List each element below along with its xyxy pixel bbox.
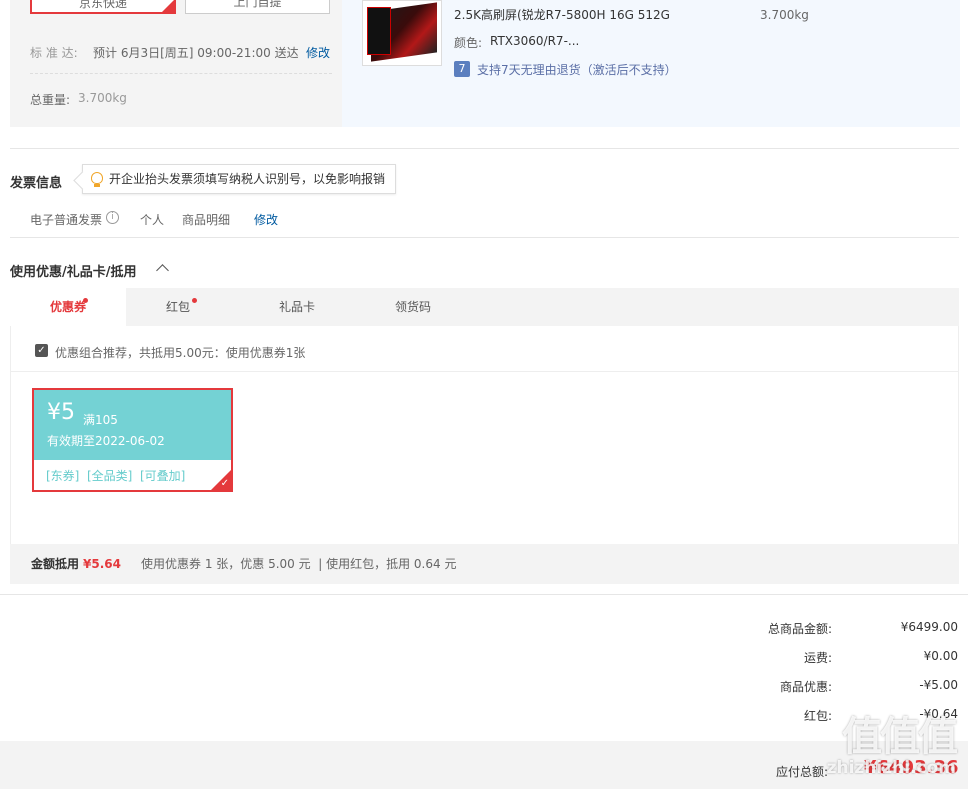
goods-total-label: 总商品金额: — [767, 622, 832, 636]
color-label: 颜色: — [454, 36, 483, 50]
return-policy-text: 支持7天无理由退货（激活后不支持） — [477, 63, 677, 77]
delivery-time: 预计 6月3日[周五] 09:00-21:00 送达 — [93, 46, 299, 60]
divider — [0, 594, 968, 595]
coupon-card[interactable]: ¥5 满105 有效期至2022-06-02 [东券] [全品类] [可叠加] … — [32, 388, 233, 492]
product-discount-label: 商品优惠: — [779, 680, 832, 694]
jd-express-option[interactable]: 京东快递 — [30, 0, 176, 14]
shipping-fee-value: ¥0.00 — [923, 649, 958, 663]
watermark-logo: 值值值 — [842, 714, 958, 760]
tab-pickup-code[interactable]: 领货码 — [360, 288, 466, 326]
checkmark-icon: ✓ — [220, 478, 229, 489]
product-thumbnail[interactable] — [362, 0, 442, 66]
summary-amount: ¥5.64 — [83, 557, 121, 571]
tab-giftcard[interactable]: 礼品卡 — [242, 288, 352, 326]
combo-checkbox[interactable]: ✓ — [35, 344, 48, 357]
summary-detail: 使用优惠券 1 张，优惠 5.00 元 | 使用红包，抵用 0.64 元 — [141, 557, 457, 571]
coupon-header: ¥5 满105 有效期至2022-06-02 — [34, 390, 231, 460]
discount-summary: 金额抵用 ¥5.64 使用优惠券 1 张，优惠 5.00 元 | 使用红包，抵用… — [10, 544, 959, 584]
pickup-label: 上门自提 — [233, 0, 282, 9]
invoice-tip: 开企业抬头发票须填写纳税人识别号，以免影响报销 — [73, 164, 396, 194]
divider — [11, 371, 958, 372]
product-discount-value: -¥5.00 — [919, 678, 958, 692]
coupon-tags: [东券] [全品类] [可叠加] — [46, 469, 186, 483]
tab-coupon[interactable]: 优惠券 — [10, 288, 126, 326]
invoice-type: 电子普通发票 — [30, 213, 103, 227]
pickup-option[interactable]: 上门自提 — [185, 0, 330, 14]
lightbulb-icon — [91, 172, 103, 187]
divider — [10, 148, 959, 149]
shipping-fee-label: 运费: — [803, 651, 832, 665]
info-icon[interactable]: i — [106, 211, 119, 224]
combo-text: 优惠组合推荐，共抵用5.00元：使用优惠券1张 — [55, 346, 306, 360]
product-box-image — [367, 7, 391, 55]
invoice-holder: 个人 — [140, 213, 165, 227]
discount-title[interactable]: 使用优惠/礼品卡/抵用 — [10, 261, 137, 280]
notification-dot — [83, 298, 88, 303]
total-weight-value: 3.700kg — [78, 91, 127, 105]
return-policy-icon: 7 — [454, 61, 470, 77]
discount-tabs: 优惠券 红包 礼品卡 领货码 — [10, 288, 959, 326]
total-weight-label: 总重量: — [30, 93, 71, 107]
tip-arrow — [73, 171, 92, 190]
watermark: 值值值 zhizhizhi.com — [800, 702, 960, 786]
invoice-content: 商品明细 — [182, 213, 231, 227]
coupon-amount: ¥5 — [47, 400, 75, 425]
product-weight: 3.700kg — [760, 8, 809, 22]
divider — [30, 73, 332, 75]
coupon-validity: 有效期至2022-06-02 — [47, 434, 165, 448]
tab-redpacket-label: 红包 — [165, 300, 190, 314]
delivery-modify-link[interactable]: 修改 — [306, 44, 330, 61]
product-spec: 2.5K高刷屏(锐龙R7-5800H 16G 512G — [454, 8, 670, 22]
invoice-modify-link[interactable]: 修改 — [254, 211, 278, 228]
tab-pickup-code-label: 领货码 — [394, 300, 431, 314]
divider — [10, 237, 959, 238]
notification-dot — [192, 298, 197, 303]
goods-total-value: ¥6499.00 — [900, 620, 958, 634]
selected-corner-icon — [162, 0, 174, 12]
standard-delivery-label: 标 准 达: — [30, 46, 78, 60]
tab-coupon-label: 优惠券 — [49, 300, 86, 314]
tab-redpacket[interactable]: 红包 — [126, 288, 230, 326]
coupon-condition: 满105 — [83, 413, 118, 427]
watermark-site: zhizhizhi.com — [826, 758, 956, 778]
summary-label: 金额抵用 — [31, 557, 80, 571]
chevron-up-icon[interactable] — [156, 264, 169, 277]
invoice-tip-text: 开企业抬头发票须填写纳税人识别号，以免影响报销 — [109, 172, 386, 186]
invoice-title: 发票信息 — [10, 176, 63, 191]
color-value: RTX3060/R7-... — [490, 34, 580, 48]
tab-giftcard-label: 礼品卡 — [278, 300, 315, 314]
jd-express-label: 京东快递 — [78, 0, 127, 10]
